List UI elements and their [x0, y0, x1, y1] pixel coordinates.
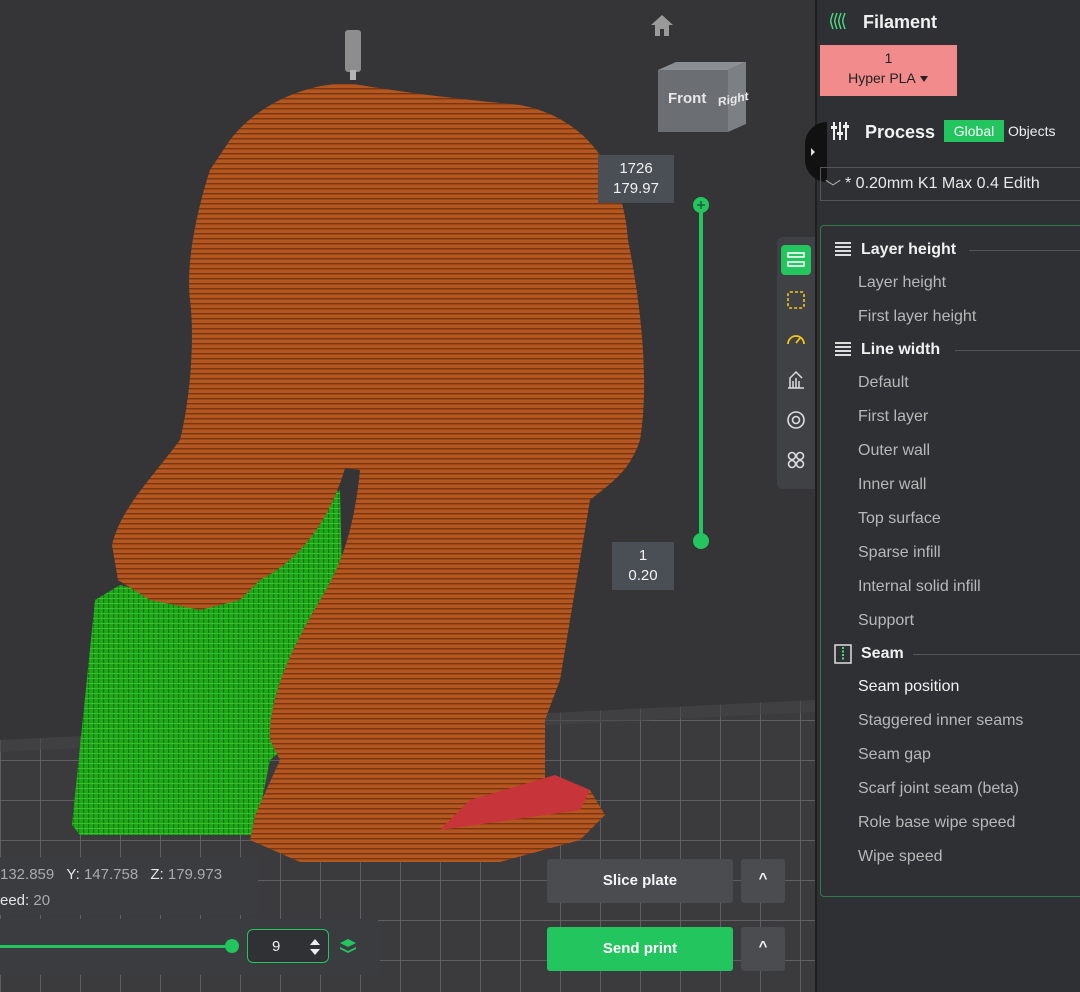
group-title: Seam: [861, 645, 904, 662]
preview-toolbar: [777, 237, 815, 489]
position-readout: 132.859 Y: 147.758 Z: 179.973 eed: 20: [0, 857, 258, 915]
process-profile-name: * 0.20mm K1 Max 0.4 Edith: [845, 175, 1040, 192]
move-step-value[interactable]: 9: [272, 938, 280, 955]
group-seam: Seam: [833, 641, 1080, 667]
slice-plate-button[interactable]: Slice plate: [547, 859, 733, 903]
frame-icon[interactable]: [781, 285, 811, 315]
support-icon[interactable]: [781, 365, 811, 395]
top-layer-height: 179.97: [613, 180, 659, 197]
settings-sidebar: Filament 1 Hyper PLA Process Global Obje…: [805, 0, 1080, 992]
group-title: Line width: [861, 341, 941, 358]
param-scarf-joint-seam[interactable]: Scarf joint seam (beta): [858, 780, 1019, 798]
move-slider-thumb[interactable]: [225, 939, 239, 953]
expand-chevron-icon[interactable]: ﹀: [825, 174, 841, 198]
param-inner-wall[interactable]: Inner wall: [858, 476, 926, 494]
param-role-base-wipe-speed[interactable]: Role base wipe speed: [858, 814, 1015, 832]
param-first-layer[interactable]: First layer: [858, 408, 928, 426]
layer-stack-icon[interactable]: [338, 937, 358, 957]
send-print-button[interactable]: Send print: [547, 927, 733, 971]
process-profile-dropdown[interactable]: ﹀ * 0.20mm K1 Max 0.4 Edith: [820, 167, 1080, 201]
param-sparse-infill[interactable]: Sparse infill: [858, 544, 941, 562]
param-seam-position[interactable]: Seam position: [858, 678, 959, 696]
3d-viewport[interactable]: Front Right 1726 179.97 1 0.20 132.859 Y…: [0, 0, 815, 992]
slice-options-caret[interactable]: ^: [741, 859, 785, 903]
home-icon[interactable]: [648, 12, 676, 38]
global-toggle[interactable]: Global: [944, 120, 1004, 142]
nozzle-icon: [345, 30, 361, 72]
param-staggered-inner-seams[interactable]: Staggered inner seams: [858, 712, 1023, 730]
top-layer-label: 1726 179.97: [598, 155, 674, 203]
z-value: 179.973: [167, 866, 223, 883]
send-options-caret[interactable]: ^: [741, 927, 785, 971]
filament-title: Filament: [863, 12, 938, 32]
move-slider-panel: 9: [0, 919, 380, 975]
filament-icon: [830, 12, 846, 30]
group-layer-height: Layer height: [833, 237, 1080, 263]
seam-icon: [834, 644, 852, 664]
param-outer-wall[interactable]: Outer wall: [858, 442, 930, 460]
param-layer-height[interactable]: Layer height: [858, 274, 946, 292]
process-sliders-icon: [831, 122, 849, 140]
move-step-input[interactable]: 9: [247, 929, 329, 963]
filament-slot-number: 1: [884, 50, 893, 66]
objects-toggle[interactable]: Objects: [1008, 120, 1055, 142]
process-parameters-list: Layer height Layer height First layer he…: [820, 225, 1080, 897]
param-seam-gap[interactable]: Seam gap: [858, 746, 931, 764]
bottom-layer-height: 0.20: [628, 567, 658, 584]
dropdown-arrow-icon[interactable]: [919, 75, 929, 83]
group-title: Layer height: [861, 241, 957, 258]
param-top-surface[interactable]: Top surface: [858, 510, 941, 528]
speed-value: 20: [33, 892, 51, 909]
y-value: 147.758: [83, 866, 139, 883]
filament-name: Hyper PLA: [848, 70, 916, 86]
param-wipe-speed[interactable]: Wipe speed: [858, 848, 943, 866]
layers-view-icon[interactable]: [781, 245, 811, 275]
bottom-layer-number: 1: [638, 547, 648, 564]
process-title: Process: [865, 122, 936, 142]
y-label: Y:: [66, 866, 80, 883]
view-cube-front-label[interactable]: Front: [668, 90, 706, 107]
top-layer-number: 1726: [619, 160, 653, 177]
param-line-width-default[interactable]: Default: [858, 374, 909, 392]
x-value: 132.859: [0, 866, 55, 883]
move-slider-track[interactable]: [0, 945, 232, 948]
speed-label: eed:: [0, 892, 30, 909]
filament-slot-1[interactable]: 1 Hyper PLA: [820, 45, 957, 96]
spin-arrows-icon[interactable]: [308, 935, 322, 959]
group-line-width: Line width: [833, 337, 1080, 363]
speed-gauge-icon[interactable]: [781, 325, 811, 355]
filament-spool-icon[interactable]: [781, 405, 811, 435]
bottom-layer-label: 1 0.20: [612, 542, 674, 590]
z-label: Z:: [150, 866, 164, 883]
layer-height-icon: [835, 242, 851, 256]
param-first-layer-height[interactable]: First layer height: [858, 308, 976, 326]
line-width-icon: [835, 342, 851, 356]
layer-range-slider[interactable]: [690, 195, 712, 555]
multi-part-icon[interactable]: [781, 445, 811, 475]
param-internal-solid-infill[interactable]: Internal solid infill: [858, 578, 981, 596]
param-support[interactable]: Support: [858, 612, 914, 630]
